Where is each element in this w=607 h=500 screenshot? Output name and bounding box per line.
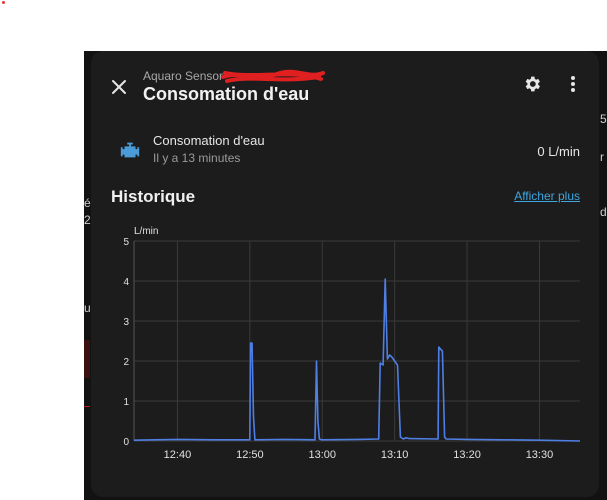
y-tick-label: 0 [123,437,129,448]
y-tick-label: 5 [123,237,129,248]
y-tick-label: 1 [123,397,129,408]
x-tick-label: 13:30 [526,449,554,461]
x-tick-label: 13:00 [308,449,336,461]
y-tick-label: 4 [123,277,129,288]
background-text-fragment: é [84,196,91,210]
background-divider [84,406,90,407]
history-chart: L/min 0 1 2 3 4 5 12:40 12:50 13:00 13:10 13:20 13:… [123,226,581,461]
x-tick-label: 12:40 [164,449,192,461]
x-tick-label: 12:50 [236,449,264,461]
x-tick-label: 13:20 [453,449,481,461]
y-axis-label: L/min [134,226,158,237]
entity-more-info-dialog: Aquaro Sensor Consomation d'eau Consomat… [91,51,599,497]
background-text-fragment: u [84,301,91,315]
x-tick-label: 13:10 [381,449,409,461]
background-text-fragment: 5 [600,112,607,126]
background-text-fragment: r [600,150,604,164]
red-marker-dot [2,1,5,4]
background-alert-bar [84,340,90,378]
background-text-fragment: 2 [84,213,91,227]
series-line [133,278,581,442]
y-tick-label: 2 [123,357,129,368]
y-tick-label: 3 [123,317,129,328]
background-text-fragment: d [600,205,607,219]
